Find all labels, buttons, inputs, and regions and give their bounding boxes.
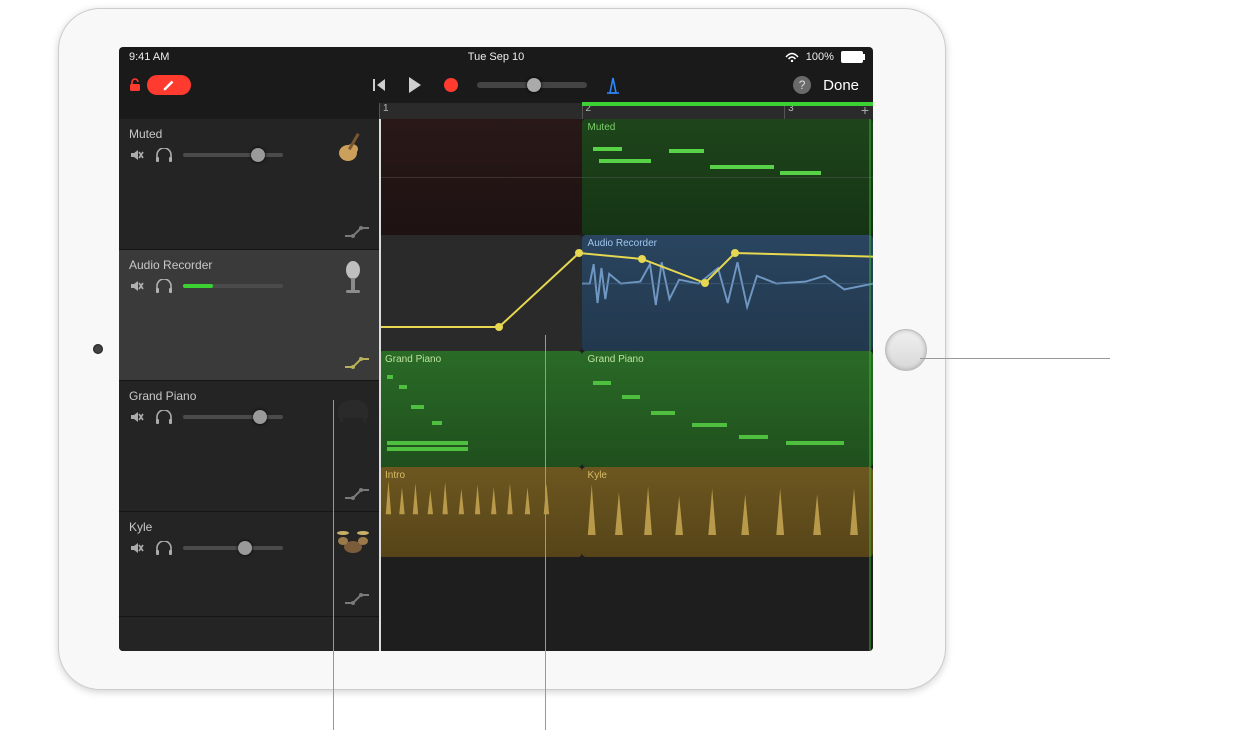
track-header-grand-piano[interactable]: Grand Piano [119,381,379,512]
region-audio-empty[interactable] [379,235,582,351]
drum-waveform-icon [379,467,582,521]
master-volume-slider[interactable] [477,82,587,88]
region-piano-1[interactable]: Grand Piano [379,351,582,467]
automation-toggle[interactable] [343,485,371,503]
section-strip [582,102,873,106]
track-header-kyle[interactable]: Kyle [119,512,379,617]
region-piano-2[interactable]: Grand Piano [582,351,873,467]
track-header-audio-recorder[interactable]: Audio Recorder [119,250,379,381]
go-to-start-button[interactable] [369,75,389,95]
wifi-icon [785,52,799,62]
status-date: Tue Sep 10 [119,51,873,63]
mute-icon[interactable] [129,540,145,556]
drum-waveform-icon [582,467,873,545]
headphones-icon[interactable] [155,279,173,293]
headphones-icon[interactable] [155,541,173,555]
ipad-frame: 9:41 AM Tue Sep 10 100% [58,8,946,690]
automation-toggle[interactable] [343,590,371,608]
callout-line [333,400,334,730]
camera-dot [93,344,103,354]
track-volume-slider[interactable] [183,546,283,550]
callout-line [545,335,546,730]
app-screen: 9:41 AM Tue Sep 10 100% [119,47,873,651]
automation-toggle[interactable] [343,223,371,241]
track-volume-slider[interactable] [183,153,283,157]
track-volume-slider[interactable] [183,415,283,419]
section-end-marker [869,119,871,651]
bar-marker-1: 1 [379,103,389,119]
record-button[interactable] [441,75,461,95]
status-right: 100% [785,51,863,63]
track-headers-panel: Muted [119,119,379,651]
status-time: 9:41 AM [129,51,169,63]
drums-icon[interactable] [335,522,371,558]
mute-icon[interactable] [129,409,145,425]
guitar-icon[interactable] [335,129,371,165]
track-name: Muted [129,127,369,141]
playhead[interactable] [379,119,381,651]
headphones-icon[interactable] [155,410,173,424]
toolbar: ? Done [119,67,873,103]
callout-line [920,358,1110,359]
region-audio-recorder[interactable]: Audio Recorder [582,235,873,351]
status-bar: 9:41 AM Tue Sep 10 100% [119,47,873,67]
track-volume-slider[interactable] [183,284,283,288]
region-kyle[interactable]: Kyle [582,467,873,557]
home-button[interactable] [885,329,927,371]
piano-icon[interactable] [335,391,371,427]
play-button[interactable] [405,75,425,95]
metronome-button[interactable] [603,75,623,95]
timeline-ruler[interactable]: 1 2 3 + [379,103,873,119]
track-name: Audio Recorder [129,258,369,272]
battery-icon [841,51,863,63]
region-intro[interactable]: Intro [379,467,582,557]
mute-icon[interactable] [129,147,145,163]
automation-toggle[interactable] [343,354,371,372]
waveform-icon [582,235,873,332]
region-label: Grand Piano [588,354,644,365]
microphone-icon[interactable] [335,260,371,296]
mute-icon[interactable] [129,278,145,294]
timeline[interactable]: Muted Audio [379,119,873,651]
track-header-muted[interactable]: Muted [119,119,379,250]
battery-pct: 100% [806,51,834,63]
headphones-icon[interactable] [155,148,173,162]
region-label: Muted [588,122,616,133]
region-label: Grand Piano [385,354,441,365]
